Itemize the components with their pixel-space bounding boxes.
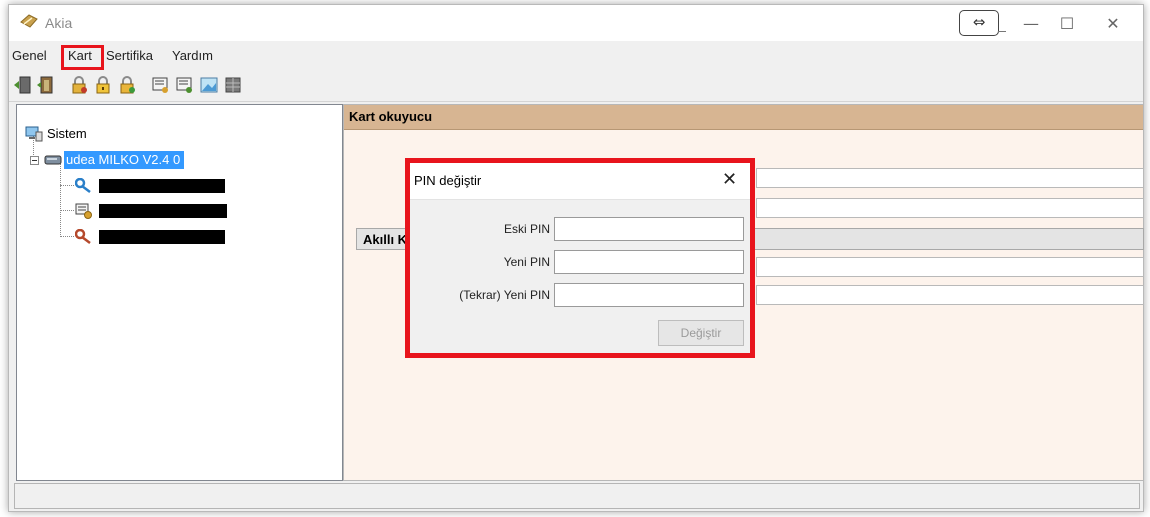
lock-yellow-icon[interactable] (93, 75, 113, 95)
reader-panel-title: Kart okuyucu (349, 109, 433, 124)
image-icon[interactable] (199, 75, 219, 95)
window-title: Akia (45, 15, 73, 31)
reader-field-1[interactable] (756, 168, 1144, 188)
tree-item-key-1[interactable] (75, 177, 235, 195)
app-logo-icon (20, 14, 38, 28)
menu-genel[interactable]: Genel (12, 48, 47, 63)
toolbar-separator (9, 101, 1143, 102)
certificate-icon[interactable] (151, 75, 171, 95)
menu-sertifika[interactable]: Sertifika (106, 48, 153, 63)
toolbar (9, 71, 409, 101)
change-button[interactable]: Değiştir (658, 320, 744, 346)
lock-green-icon[interactable] (117, 75, 137, 95)
dialog-close-icon[interactable]: ✕ (722, 169, 737, 190)
certificate-list-icon[interactable] (175, 75, 195, 95)
dialog-title-bar[interactable]: PIN değiştir ✕ (410, 163, 750, 200)
tree-item-key-2[interactable] (75, 228, 245, 246)
confirm-pin-label: (Tekrar) Yeni PIN (459, 288, 550, 302)
redacted-label (99, 204, 227, 218)
new-pin-input[interactable] (554, 250, 744, 274)
confirm-pin-input[interactable] (554, 283, 744, 307)
snap-icon: ⇔ (972, 13, 986, 31)
card-field-2[interactable] (756, 285, 1144, 305)
grid-icon[interactable] (223, 75, 243, 95)
pin-change-dialog: PIN değiştir ✕ Eski PIN Yeni PIN (Tekrar… (410, 163, 750, 353)
close-button[interactable]: ✕ (1091, 11, 1135, 37)
tree-item-certificate[interactable] (75, 202, 245, 220)
redacted-label (99, 230, 225, 244)
tree-panel: Sistem udea MILKO V2.4 0 (16, 104, 343, 481)
tree-line (60, 161, 61, 237)
reader-field-2[interactable] (756, 198, 1144, 218)
title-bar[interactable]: Akia ⇔ — ☐ ✕ (9, 5, 1143, 41)
card-field-1[interactable] (756, 257, 1144, 277)
tree-line (60, 210, 74, 211)
maximize-button[interactable]: ☐ (1045, 11, 1089, 37)
lock-key-icon[interactable] (69, 75, 89, 95)
status-bar (14, 483, 1140, 509)
snap-layout-button[interactable]: ⇔ (959, 10, 1006, 36)
collapse-toggle-icon[interactable] (30, 156, 39, 165)
open-door-icon[interactable] (36, 75, 56, 95)
tree-line (60, 185, 74, 186)
certificate-icon (75, 203, 92, 219)
reader-panel-header: Kart okuyucu (344, 105, 1143, 130)
dialog-title: PIN değiştir (414, 173, 482, 188)
key-blue-icon (75, 178, 91, 193)
menu-bar: Genel Kart Sertifika Yardım (9, 45, 309, 70)
old-pin-label: Eski PIN (503, 222, 550, 236)
new-pin-label: Yeni PIN (503, 255, 550, 269)
smart-card-section-title: Akıllı K (363, 232, 408, 247)
card-reader-icon (44, 155, 62, 165)
tree-label-reader: udea MILKO V2.4 0 (64, 151, 185, 169)
redacted-label (99, 179, 225, 193)
exit-icon[interactable] (13, 75, 33, 95)
tree-line (60, 236, 74, 237)
menu-yardim[interactable]: Yardım (172, 48, 213, 63)
tree-label-sistem: Sistem (47, 126, 87, 141)
menu-highlight-box (61, 45, 104, 70)
old-pin-input[interactable] (554, 217, 744, 241)
tree-item-reader[interactable]: udea MILKO V2.4 0 (30, 151, 185, 169)
key-red-icon (75, 229, 91, 244)
computer-icon (25, 126, 43, 142)
